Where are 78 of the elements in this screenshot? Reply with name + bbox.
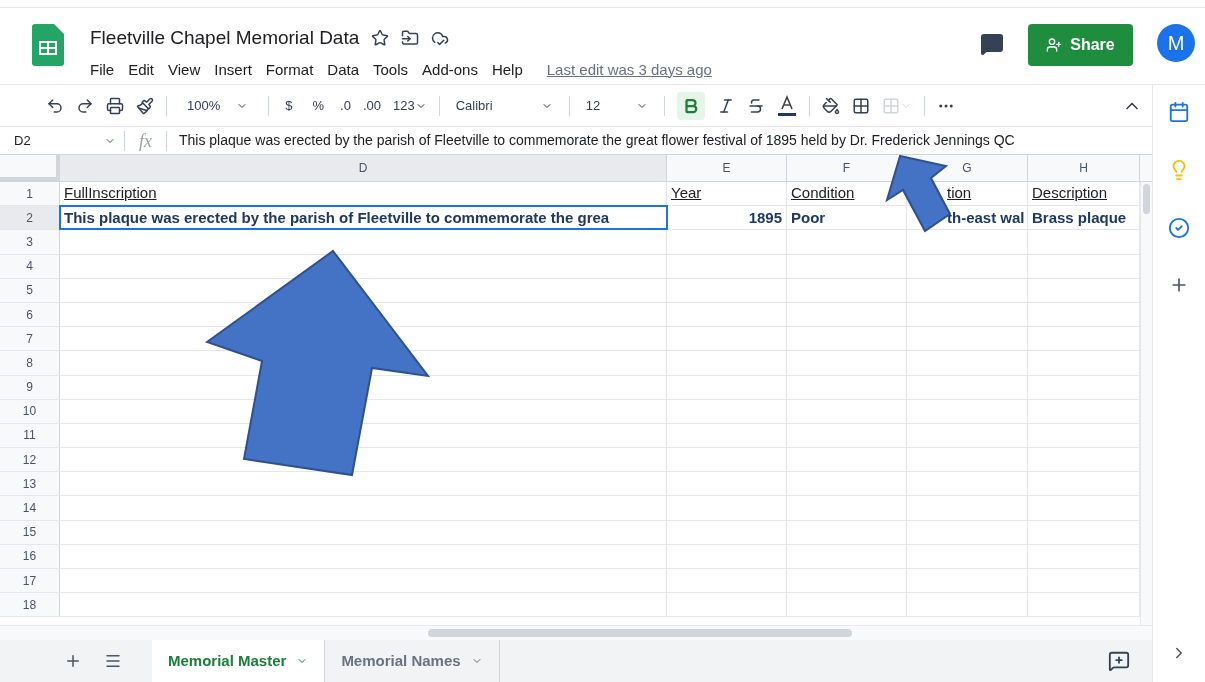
number-format-dropdown[interactable]: 123 [392,95,427,116]
column-header[interactable]: D [358,159,368,177]
row-header[interactable]: 16 [0,544,60,568]
sheet-tab[interactable]: Memorial Names [325,640,500,682]
row-header[interactable]: 3 [0,230,60,254]
explore-icon[interactable] [1108,650,1130,672]
row-header[interactable]: 14 [0,496,60,520]
calendar-icon[interactable] [1168,101,1190,123]
sheets-logo-icon[interactable] [32,24,64,66]
last-edit-link[interactable]: Last edit was 3 days ago [546,58,712,81]
column-header[interactable]: F [842,159,851,177]
row-header[interactable]: 4 [0,254,60,278]
table-cell[interactable]: Poor [787,206,907,230]
row-header[interactable]: 12 [0,448,60,472]
menu-item[interactable]: Help [491,58,523,81]
increase-decimals-button[interactable]: .00 [362,95,381,116]
cloud-check-icon[interactable] [431,29,450,48]
menu-item[interactable]: File [90,58,115,81]
decrease-decimals-button[interactable]: .0 [340,95,351,116]
row-header[interactable]: 8 [0,351,60,375]
row-header[interactable]: 7 [0,327,60,351]
font-dropdown[interactable]: Calibri [451,95,557,116]
redo-icon[interactable] [76,96,94,115]
menu-item[interactable]: View [168,58,201,81]
table-cell-text: th-east wal [947,207,1025,228]
table-cell[interactable]: 1895 [667,206,787,230]
move-folder-icon[interactable] [401,29,420,48]
tasks-icon[interactable] [1168,217,1190,239]
merge-cells-icon [881,96,912,115]
vertical-scrollbar-thumb[interactable] [1143,184,1150,214]
row-header[interactable]: 5 [0,278,60,302]
row-header[interactable]: 1 [0,182,60,206]
row-header[interactable]: 13 [0,472,60,496]
menu-item[interactable]: Add-ons [422,58,478,81]
star-icon[interactable] [371,29,390,48]
text-color-icon[interactable] [776,94,797,117]
all-sheets-icon[interactable] [104,652,122,670]
name-box[interactable]: D2 [0,130,125,151]
menu-item[interactable]: Edit [128,58,155,81]
table-cell[interactable]: This plaque was erected by the parish of Fleetville to commemorate the grea [60,206,667,230]
horizontal-scrollbar-thumb[interactable] [428,629,852,637]
borders-icon[interactable] [851,96,870,115]
person-add-icon [1046,37,1063,53]
menu-item[interactable]: Insert [214,58,252,81]
currency-button[interactable]: $ [281,95,297,116]
print-icon[interactable] [106,96,124,115]
comment-icon[interactable] [980,32,1004,56]
avatar[interactable]: M [1157,24,1195,62]
percent-button[interactable]: % [308,95,329,116]
font-size-dropdown[interactable]: 12 [581,95,652,116]
add-sheet-icon[interactable] [64,652,82,670]
menu-item[interactable]: Data [327,58,359,81]
paint-format-icon[interactable] [136,96,154,115]
bold-button[interactable] [676,91,705,120]
undo-icon[interactable] [46,96,64,115]
document-title[interactable]: Fleetville Chapel Memorial Data [90,24,360,53]
fill-color-icon[interactable] [821,96,840,115]
row-header[interactable]: 17 [0,569,60,593]
zoom-dropdown[interactable]: 100% [179,95,257,116]
column-header[interactable]: E [722,159,731,177]
table-cell[interactable]: Year [667,182,787,206]
table-cell[interactable]: FullInscription [60,182,667,206]
row-header[interactable]: 18 [0,593,60,617]
column-header[interactable]: G [962,159,972,177]
row-header[interactable]: 10 [0,399,60,423]
menu-item[interactable]: Format [265,58,314,81]
table-cell-text: tion [947,183,972,204]
row-header[interactable]: 15 [0,520,60,544]
sheet-tab[interactable]: Memorial Master [152,640,326,682]
row-header[interactable]: 11 [0,423,60,448]
strikethrough-icon[interactable] [746,96,765,115]
menu-item[interactable]: Tools [373,58,409,81]
share-button[interactable]: Share [1028,24,1133,66]
row-header[interactable]: 2 [0,206,60,230]
column-header[interactable]: H [1079,159,1088,177]
row-header[interactable]: 9 [0,375,60,399]
formula-field[interactable]: This plaque was erected by the parish of Fleetville to commemorate the great flower festival of 1895 held by Dr. Frederick Jennings QC [167,130,1152,151]
row-header[interactable]: 6 [0,302,60,327]
